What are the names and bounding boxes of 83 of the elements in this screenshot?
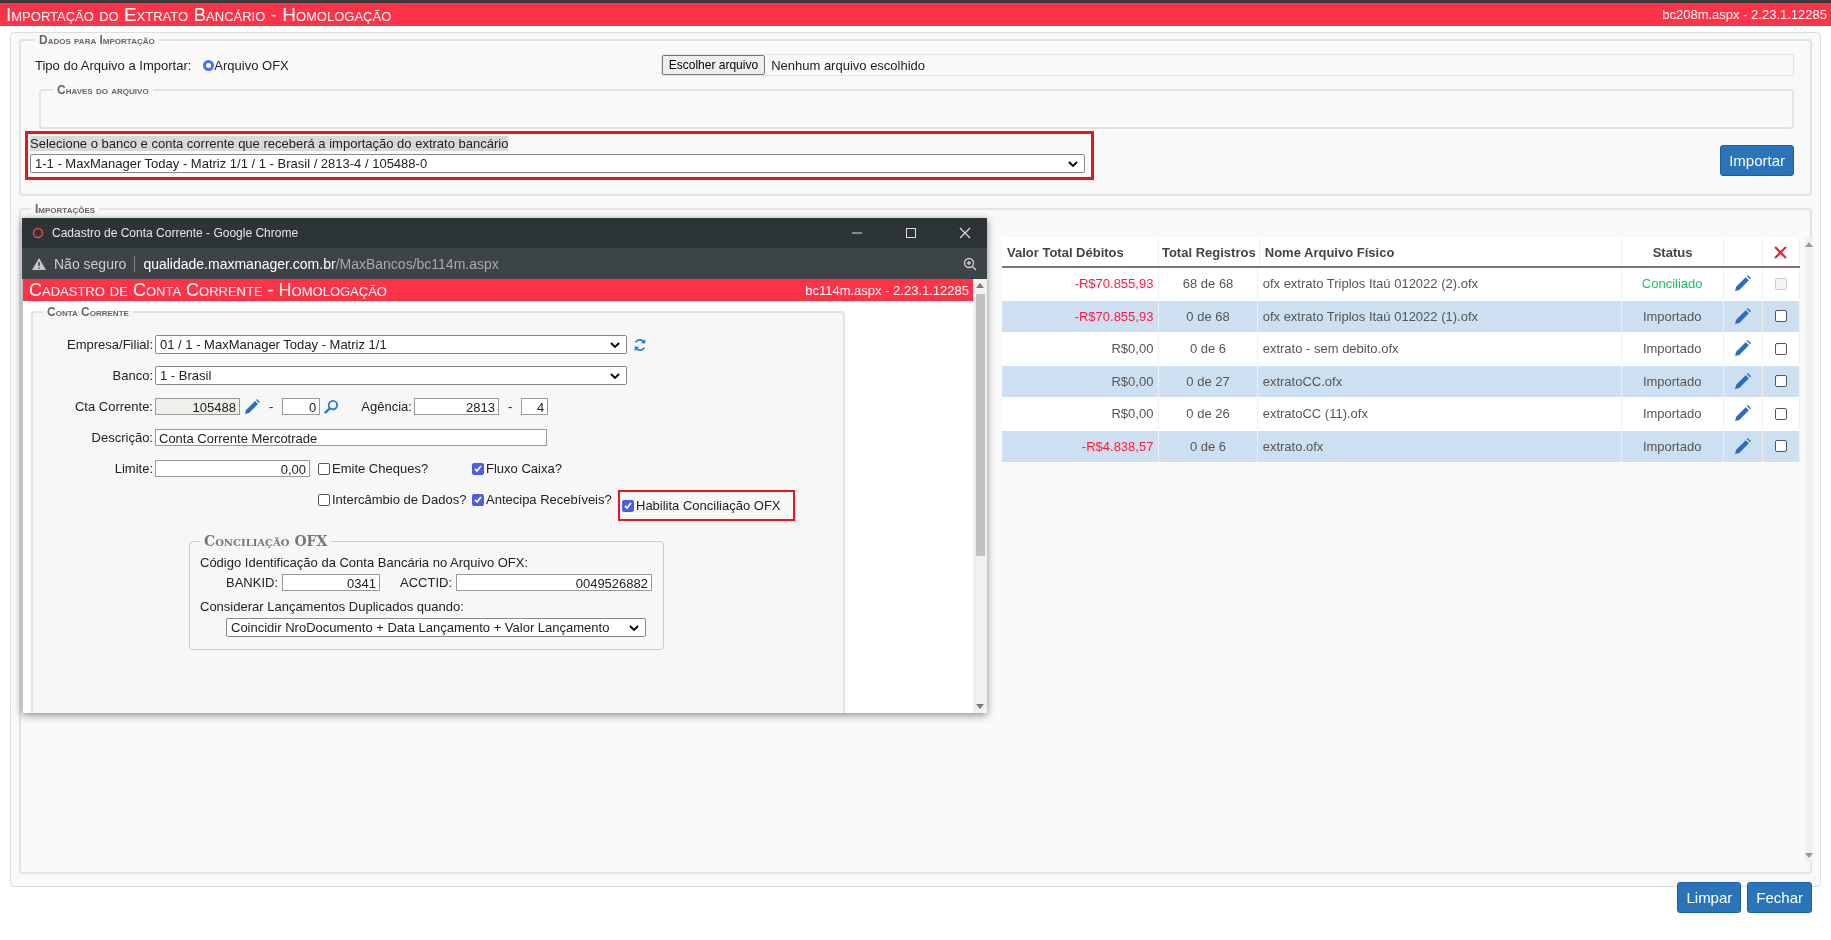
version-info: bc114m.aspx - 2.23.1.12285: [805, 282, 969, 298]
checkbox-label: Antecipa Recebíveis?: [486, 492, 612, 507]
field-label: Considerar Lançamentos Duplicados quando:: [200, 599, 465, 614]
table-cell: 0 de 6: [1159, 430, 1258, 462]
section-legend: Conciliação OFX: [200, 533, 332, 549]
table-cell: 0 de 26: [1159, 398, 1258, 430]
input-field[interactable]: 2813: [413, 398, 499, 415]
table-cell: 0 de 68: [1159, 300, 1258, 332]
radio-label: Arquivo OFX: [214, 57, 289, 73]
field-label: Código Identificação da Conta Bancária no Arquivo OFX:: [200, 555, 530, 570]
table-cell: extrato.ofx: [1257, 430, 1622, 462]
column-header: Nome Arquivo Físico: [1259, 238, 1623, 266]
bank-select[interactable]: 1 - Brasil: [155, 366, 627, 385]
table-row[interactable]: R$0,00 0 de 26 extratoCC (11).ofx Importado: [1002, 398, 1800, 431]
checkbox-label: Habilita Conciliação OFX: [636, 498, 781, 513]
table-cell: ofx extrato Triplos Itaú 012022 (2).ofx: [1257, 268, 1622, 300]
column-header: Valor Total Débitos: [1002, 238, 1159, 266]
status-text: Importado: [1621, 398, 1724, 430]
status-text: Importado: [1621, 300, 1724, 332]
status-text: Conciliado: [1621, 268, 1724, 300]
version-info: bc208m.aspx - 2.23.1.12285: [1662, 7, 1827, 22]
status-text: Importado: [1621, 430, 1724, 462]
field-label: Empresa/Filial:: [66, 337, 154, 352]
status-text: Importado: [1621, 365, 1724, 397]
section-legend: Chaves do arquivo: [53, 83, 153, 97]
checkbox-label: Fluxo Caixa?: [486, 461, 562, 476]
separator-text: -: [269, 399, 274, 414]
choose-file-button[interactable]: Escolher arquivo: [661, 55, 766, 75]
input-field[interactable]: 0: [282, 398, 321, 415]
table-cell: 0 de 27: [1159, 365, 1258, 397]
field-label: Limite:: [113, 461, 154, 476]
file-input[interactable]: Escolher arquivo Nenhum arquivo escolhido: [660, 54, 1794, 76]
table-cell: 0 de 6: [1159, 333, 1258, 365]
duplicates-select[interactable]: Coincidir NroDocumento + Data Lançamento + Valor Lançamento: [226, 618, 646, 637]
field-label: Banco:: [111, 368, 154, 383]
table-cell: extratoCC.ofx: [1257, 365, 1622, 397]
page-title: Importação do Extrato Bancário - Homologação: [6, 3, 392, 26]
import-button[interactable]: Importar: [1720, 145, 1794, 176]
column-header: Status: [1622, 238, 1724, 266]
table-cell: -R$70.855,93: [1002, 268, 1160, 300]
table-cell: 68 de 68: [1159, 268, 1258, 300]
field-label: ACCTID:: [400, 575, 452, 590]
input-field[interactable]: 0341: [282, 574, 380, 591]
input-field[interactable]: Conta Corrente Mercotrade: [155, 429, 547, 446]
table-cell: extrato - sem debito.ofx: [1257, 333, 1622, 365]
close-button[interactable]: Fechar: [1747, 882, 1812, 913]
file-status: Nenhum arquivo escolhido: [771, 57, 926, 73]
table-row[interactable]: R$0,00 0 de 27 extratoCC.ofx Importado: [1002, 365, 1800, 398]
section-legend: Dados para Importação: [35, 33, 159, 47]
clear-button[interactable]: Limpar: [1677, 882, 1742, 913]
section-legend: Importações: [31, 202, 100, 216]
account-select-label: Selecione o banco e conta corrente que receberá a importação do extrato bancário: [30, 136, 509, 151]
column-header: Total Registros: [1158, 238, 1260, 266]
field-label: Agência:: [361, 399, 412, 414]
table-cell: R$0,00: [1002, 398, 1160, 430]
section-legend: Conta Corrente: [43, 305, 133, 319]
input-field[interactable]: 105488: [155, 398, 240, 415]
table-cell: R$0,00: [1002, 333, 1160, 365]
status-text: Importado: [1621, 333, 1724, 365]
table-cell: extratoCC (11).ofx: [1257, 398, 1622, 430]
input-field[interactable]: 0049526882: [456, 574, 652, 591]
page-title: Cadastro de Conta Corrente - Homologação: [29, 279, 387, 301]
table-row[interactable]: -R$70.855,93 0 de 68 ofx extrato Triplos Itaú 012022 (1).ofx Importado: [1002, 300, 1800, 333]
file-type-label: Tipo do Arquivo a Importar:: [35, 57, 192, 73]
input-field[interactable]: 0,00: [155, 460, 310, 477]
field-label: Descrição:: [90, 430, 154, 445]
separator-text: -: [507, 399, 513, 414]
table-cell: -R$4.838,57: [1002, 430, 1160, 462]
input-field[interactable]: 4: [521, 398, 549, 415]
checkbox-label: Intercâmbio de Dados?: [332, 492, 467, 507]
window-title: Cadastro de Conta Corrente - Google Chrome: [52, 226, 300, 240]
field-label: BANKID:: [226, 575, 278, 590]
security-label: Não seguro: [54, 255, 127, 272]
field-label: Cta Corrente:: [73, 399, 154, 414]
table-row[interactable]: R$0,00 0 de 6 extrato - sem debito.ofx Importado: [1002, 333, 1800, 366]
url-text[interactable]: qualidade.maxmanager.com.br/MaxBancos/bc114m.aspx: [143, 255, 499, 272]
checkbox-label: Emite Cheques?: [332, 461, 429, 476]
account-select[interactable]: 1-1 - MaxManager Today - Matriz 1/1 / 1 - Brasil / 2813-4 / 105488-0: [30, 154, 1085, 173]
company-select[interactable]: 01 / 1 - MaxManager Today - Matriz 1/1: [155, 335, 627, 354]
table-cell: ofx extrato Triplos Itaú 012022 (1).ofx: [1257, 300, 1622, 332]
table-cell: -R$70.855,93: [1002, 300, 1160, 332]
table-cell: R$0,00: [1002, 365, 1160, 397]
table-row[interactable]: -R$4.838,57 0 de 6 extrato.ofx Importado: [1002, 430, 1800, 463]
